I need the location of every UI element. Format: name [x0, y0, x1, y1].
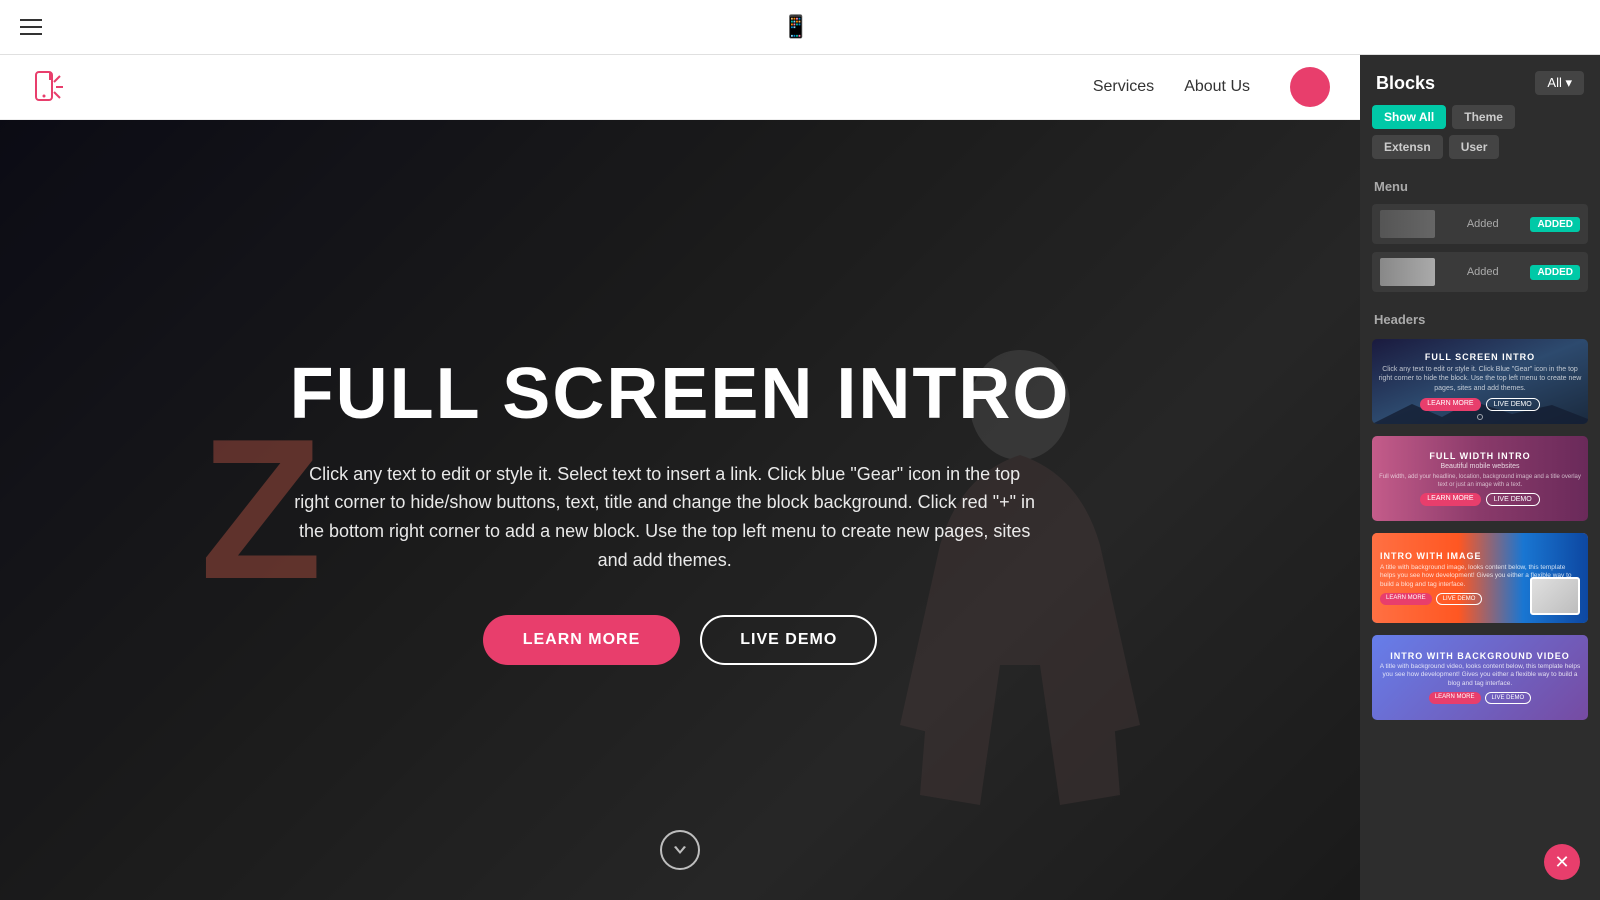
block-thumb-full-screen[interactable]: FULL SCREEN INTRO Click any text to edit… — [1372, 339, 1588, 424]
menu-thumbnail-2 — [1380, 258, 1435, 286]
menu-item-1[interactable]: Added ADDED — [1372, 204, 1588, 244]
filter-tabs: Show All Theme Extensn User — [1360, 105, 1600, 171]
phone-icon-top: 📱 — [782, 14, 809, 40]
tab-show-all[interactable]: Show All — [1372, 105, 1446, 129]
thumb-intro-bg-img: INTRO WITH BACKGROUND VIDEO A title with… — [1372, 635, 1588, 720]
live-demo-button[interactable]: LIVE DEMO — [700, 615, 877, 665]
main-area: Services About Us Z FULL SCREEN INTRO — [0, 55, 1600, 900]
nav-circle-btn[interactable] — [1290, 67, 1330, 107]
sidebar-title: Blocks — [1376, 73, 1435, 94]
thumb-full-width-img: FULL WIDTH INTRO Beautiful mobile websit… — [1372, 436, 1588, 521]
scroll-down-button[interactable] — [660, 830, 700, 870]
learn-more-button[interactable]: LEARN MORE — [483, 615, 681, 665]
sidebar-header: Blocks All ▾ — [1360, 55, 1600, 105]
menu-thumbnail-1 — [1380, 210, 1435, 238]
menu-item-2[interactable]: Added ADDED — [1372, 252, 1588, 292]
hero-section: Z FULL SCREEN INTRO Click any text to ed… — [0, 120, 1360, 900]
menu-section-label: Menu — [1360, 171, 1600, 200]
arrow-down-icon — [672, 842, 688, 858]
nav-bar: Services About Us — [0, 55, 1360, 120]
nav-link-about[interactable]: About Us — [1184, 78, 1250, 96]
hamburger-menu[interactable] — [20, 19, 42, 35]
hero-title: FULL SCREEN INTRO — [290, 355, 1071, 434]
filter-all-button[interactable]: All ▾ — [1535, 71, 1584, 95]
thumb-intro-image-img: INTRO WITH IMAGE A title with background… — [1372, 533, 1588, 623]
hero-subtitle[interactable]: Click any text to edit or style it. Sele… — [290, 460, 1040, 575]
preview-area: Services About Us Z FULL SCREEN INTRO — [0, 55, 1360, 900]
added-badge-2: ADDED — [1530, 265, 1580, 280]
tab-extensn[interactable]: Extensn — [1372, 135, 1443, 159]
added-label-1: Added — [1467, 218, 1499, 230]
block-thumb-full-width[interactable]: FULL WIDTH INTRO Beautiful mobile websit… — [1372, 436, 1588, 521]
tab-user[interactable]: User — [1449, 135, 1500, 159]
added-badge-1: ADDED — [1530, 217, 1580, 232]
nav-link-services[interactable]: Services — [1093, 78, 1154, 96]
hero-buttons: LEARN MORE LIVE DEMO — [290, 615, 1071, 665]
sidebar-close-area: ✕ — [1360, 840, 1600, 900]
tab-theme[interactable]: Theme — [1452, 105, 1515, 129]
thumb-full-screen-img: FULL SCREEN INTRO Click any text to edit… — [1372, 339, 1588, 424]
nav-links: Services About Us — [1093, 67, 1330, 107]
hero-content: FULL SCREEN INTRO Click any text to edit… — [270, 355, 1091, 664]
top-bar: 📱 — [0, 0, 1600, 55]
block-thumb-intro-bg-video[interactable]: INTRO WITH BACKGROUND VIDEO A title with… — [1372, 635, 1588, 720]
headers-section-label: Headers — [1360, 304, 1600, 333]
block-thumb-intro-image[interactable]: INTRO WITH IMAGE A title with background… — [1372, 533, 1588, 623]
added-label-2: Added — [1467, 266, 1499, 278]
sidebar-close-button[interactable]: ✕ — [1544, 844, 1580, 880]
nav-logo — [30, 68, 68, 106]
logo-icon — [30, 68, 68, 106]
blocks-sidebar: Blocks All ▾ Show All Theme Extensn User… — [1360, 55, 1600, 900]
